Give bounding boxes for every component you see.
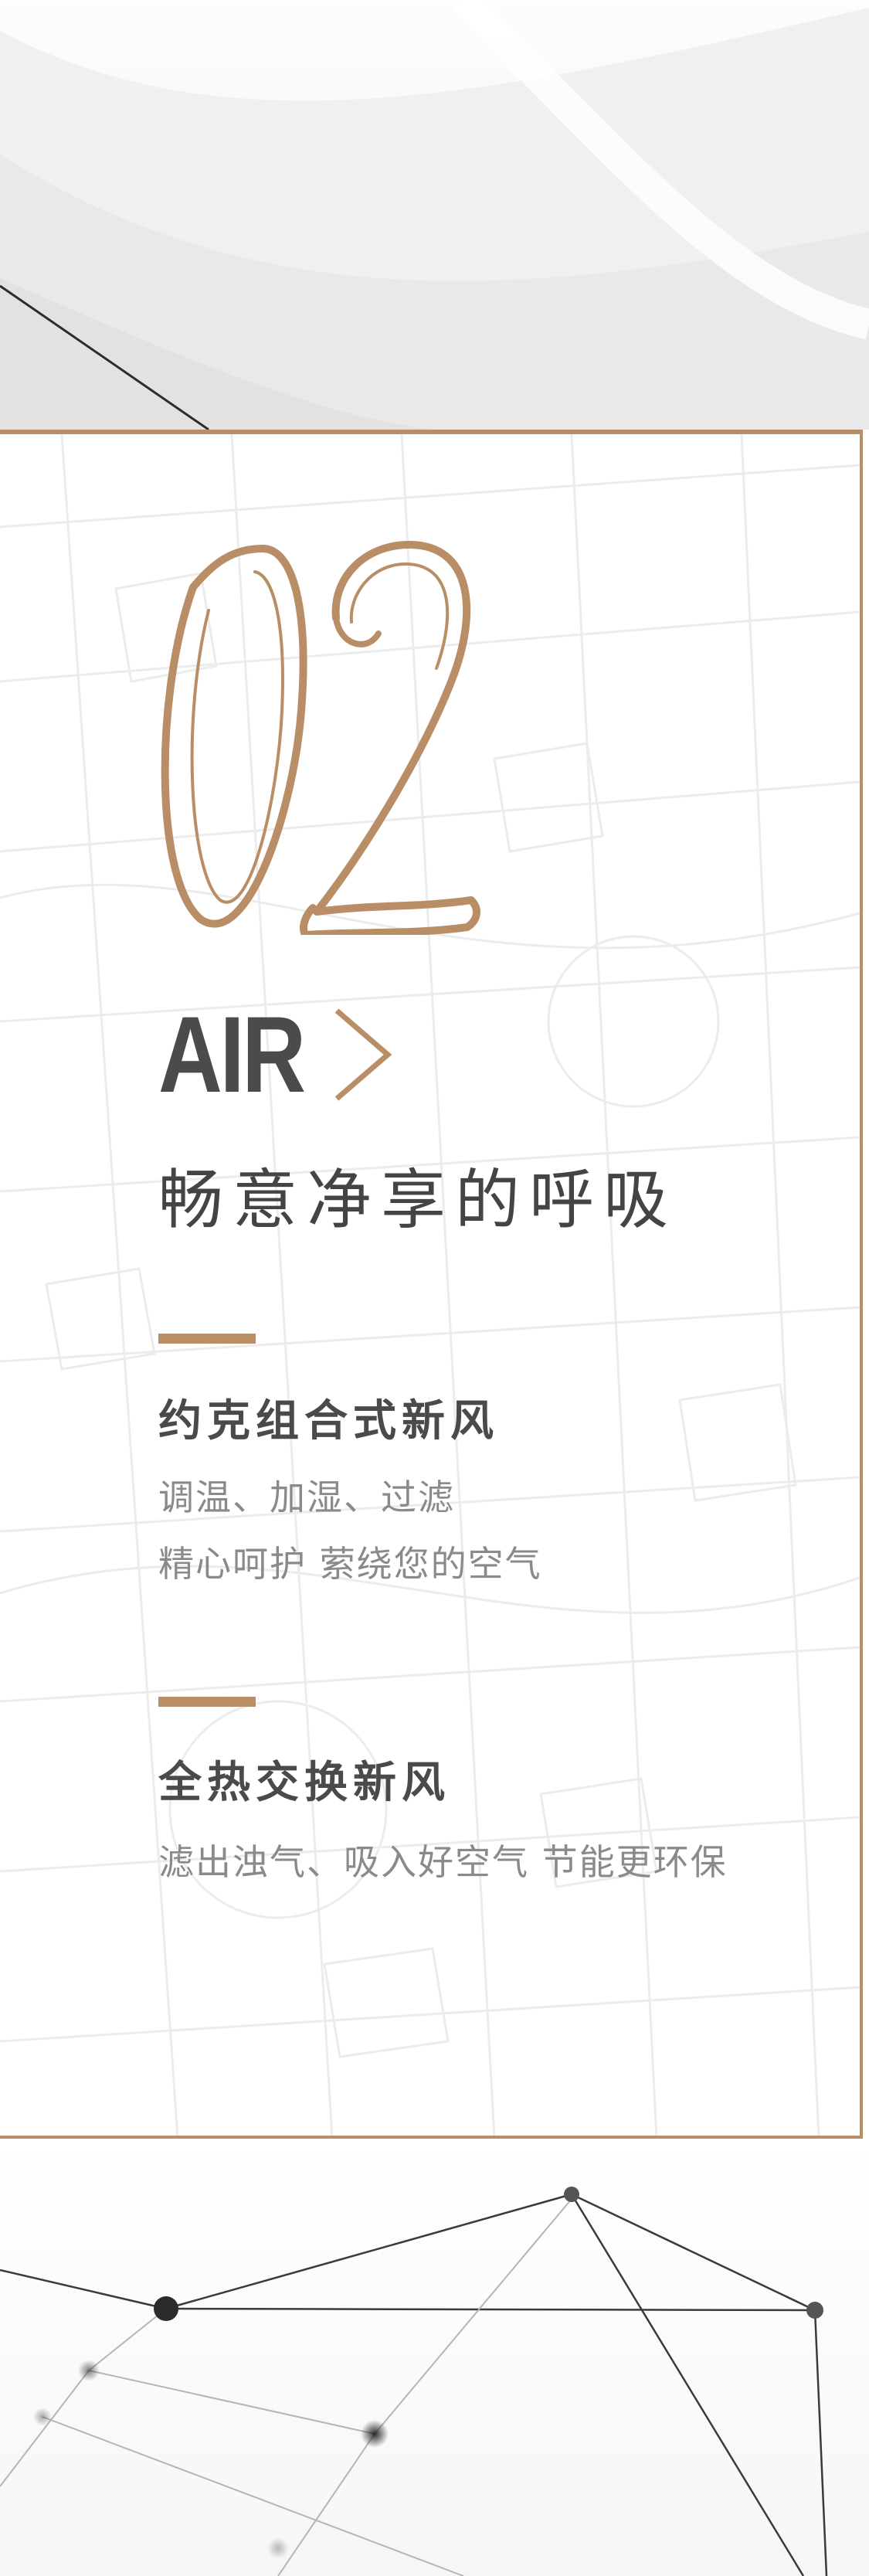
feature-1-line-1: 调温、加湿、过滤 — [158, 1477, 455, 1518]
bottom-decoration — [0, 2139, 869, 2576]
section-keyword: AIR — [158, 994, 306, 1115]
feature-2-line-1: 滤出浊气、吸入好空气 节能更环保 — [158, 1841, 728, 1883]
top-decoration — [0, 0, 869, 430]
chevron-right-icon — [334, 1008, 392, 1101]
section-headline: 畅意净享的呼吸 — [158, 1162, 678, 1238]
feature-2-title: 全热交换新风 — [158, 1758, 450, 1808]
top-curve-decoration — [0, 0, 869, 430]
section-keyword-row: AIR — [158, 997, 397, 1113]
feature-1-title: 约克组合式新风 — [158, 1396, 499, 1446]
feature-1-line-2: 精心呵护 萦绕您的空气 — [158, 1543, 542, 1585]
network-lines-decoration — [0, 2187, 828, 2576]
feature-1-accent-bar — [158, 1334, 256, 1344]
feature-2-accent-bar — [158, 1697, 256, 1707]
decorative-number-02 — [161, 541, 480, 935]
